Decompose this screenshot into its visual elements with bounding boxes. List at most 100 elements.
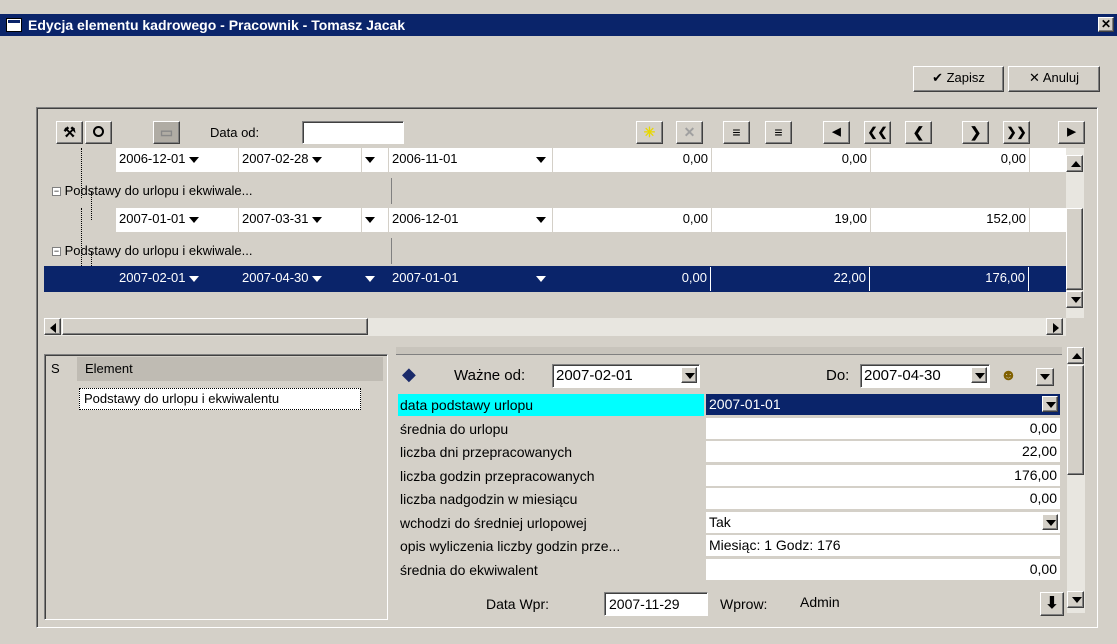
property-row[interactable]: opis wyliczenia liczby godzin prze... Mie…: [398, 535, 1062, 557]
value-cell[interactable]: 0,00: [553, 148, 711, 172]
scroll-left-button[interactable]: [44, 318, 61, 335]
value-cell[interactable]: 176,00: [871, 267, 1029, 291]
property-value[interactable]: Miesiąc: 1 Godz: 176: [706, 535, 1060, 556]
window-app-icon: [6, 18, 22, 32]
value-cell[interactable]: [1030, 208, 1066, 232]
property-value[interactable]: 2007-01-01: [706, 394, 1060, 415]
book-icon[interactable]: ◆: [402, 364, 428, 386]
scroll-right-button[interactable]: [1046, 318, 1063, 335]
group-row[interactable]: − Podstawy do urlopu i ekwiwale...: [52, 238, 392, 264]
valid-to-label: Do:: [826, 367, 850, 384]
row-menu-cell[interactable]: [362, 148, 388, 172]
valid-to-dropdown-button[interactable]: [971, 367, 987, 383]
property-value[interactable]: 22,00: [706, 441, 1060, 462]
grid-row[interactable]: 2007-01-01 2007-03-31 2006-12-01 0,00 19…: [44, 208, 1066, 232]
previous-record-button[interactable]: ❮: [905, 121, 932, 144]
details-vertical-scrollbar[interactable]: [1067, 347, 1085, 613]
value-cell[interactable]: 0,00: [553, 267, 711, 291]
date-from-input[interactable]: [302, 121, 404, 144]
property-value[interactable]: 0,00: [706, 418, 1060, 439]
property-row[interactable]: średnia do ekwiwalent 0,00: [398, 559, 1062, 581]
date-to-cell[interactable]: 2007-04-30: [239, 267, 361, 291]
scroll-down-button[interactable]: [1067, 591, 1084, 608]
first-record-button[interactable]: ❮❮: [864, 121, 891, 144]
date-from-cell[interactable]: 2007-01-01: [116, 208, 238, 232]
insert-row-button[interactable]: ≡: [723, 121, 750, 144]
arrow-up-icon: [1071, 161, 1081, 167]
remove-row-button[interactable]: ≡: [765, 121, 792, 144]
value-cell[interactable]: 152,00: [871, 208, 1029, 232]
valid-to-field[interactable]: 2007-04-30: [860, 364, 990, 388]
base-date-cell[interactable]: 2006-12-01: [389, 208, 552, 232]
delete-button[interactable]: ✕: [676, 121, 703, 144]
chevron-right-icon: ❯: [969, 124, 982, 140]
last-record-button[interactable]: ❯❯: [1003, 121, 1030, 144]
group-row[interactable]: − Podstawy do urlopu i ekwiwale...: [52, 178, 392, 204]
base-date-cell[interactable]: 2006-11-01: [389, 148, 552, 172]
value-cell[interactable]: [1030, 148, 1066, 172]
row-menu-cell[interactable]: [362, 267, 388, 291]
grid-vertical-scrollbar[interactable]: [1066, 148, 1084, 318]
property-value[interactable]: Tak: [706, 512, 1060, 533]
next-small-button[interactable]: ▶: [1058, 121, 1085, 144]
value-cell[interactable]: 19,00: [712, 208, 870, 232]
value-cell[interactable]: 0,00: [553, 208, 711, 232]
base-date-value: 2007-01-01: [392, 270, 459, 285]
grid-row-selected[interactable]: 2007-02-01 2007-04-30 2007-01-01 0,00 22…: [44, 266, 1066, 292]
property-row[interactable]: data podstawy urlopu 2007-01-01: [398, 394, 1062, 416]
property-row[interactable]: wchodzi do średniej urlopowej Tak: [398, 512, 1062, 534]
cancel-button-label: Anuluj: [1042, 70, 1079, 85]
dropdown-arrow-icon: [189, 275, 200, 282]
next-record-button[interactable]: ❯: [962, 121, 989, 144]
grid-horizontal-scrollbar[interactable]: [44, 318, 1066, 336]
property-dropdown-button[interactable]: [1042, 514, 1058, 530]
tools-button[interactable]: ⚒: [56, 121, 83, 144]
property-dropdown-button[interactable]: [1042, 396, 1058, 412]
insert-row-icon: ≡: [732, 124, 741, 140]
row-menu-cell[interactable]: [362, 208, 388, 232]
scroll-down-button[interactable]: [1066, 291, 1083, 308]
scroll-thumb[interactable]: [1067, 365, 1084, 475]
scroll-thumb[interactable]: [62, 318, 368, 335]
scroll-up-button[interactable]: [1066, 155, 1083, 172]
value-cell[interactable]: 0,00: [712, 148, 870, 172]
base-date-cell[interactable]: 2007-01-01: [389, 267, 552, 291]
property-row[interactable]: liczba godzin przepracowanych 176,00: [398, 465, 1062, 487]
close-button[interactable]: ✕: [1098, 17, 1114, 32]
scroll-up-button[interactable]: [1067, 347, 1084, 364]
columns-button[interactable]: ▭: [153, 121, 180, 144]
entry-date-field[interactable]: 2007-11-29: [604, 592, 708, 616]
user-icon[interactable]: ☻: [1000, 365, 1020, 387]
scroll-to-bottom-button[interactable]: ⬇: [1040, 592, 1064, 616]
save-button[interactable]: ✔ Zapisz: [913, 66, 1004, 92]
new-button[interactable]: ✳: [636, 121, 663, 144]
property-value[interactable]: 0,00: [706, 488, 1060, 509]
property-row[interactable]: liczba nadgodzin w miesiącu 0,00: [398, 488, 1062, 510]
remove-row-icon: ≡: [774, 124, 783, 140]
column-header-s[interactable]: S: [47, 357, 75, 381]
date-to-cell[interactable]: 2007-02-28: [239, 148, 361, 172]
cancel-button[interactable]: ✕ Anuluj: [1008, 66, 1100, 92]
search-button[interactable]: [85, 121, 112, 144]
valid-from-field[interactable]: 2007-02-01: [552, 364, 700, 388]
property-value[interactable]: 0,00: [706, 559, 1060, 580]
date-to-cell[interactable]: 2007-03-31: [239, 208, 361, 232]
valid-from-dropdown-button[interactable]: [681, 367, 697, 383]
date-from-cell[interactable]: 2007-02-01: [116, 267, 238, 291]
date-to-value: 2007-03-31: [242, 211, 309, 226]
dropdown-arrow-icon: [1040, 374, 1050, 380]
property-value[interactable]: 176,00: [706, 465, 1060, 486]
element-list-item[interactable]: Podstawy do urlopu i ekwiwalentu: [79, 388, 361, 410]
grid-row[interactable]: 2006-12-01 2007-02-28 2006-11-01 0,00 0,…: [44, 148, 1066, 172]
property-row[interactable]: średnia do urlopu 0,00: [398, 418, 1062, 440]
property-row[interactable]: liczba dni przepracowanych 22,00: [398, 441, 1062, 463]
base-date-value: 2006-12-01: [392, 211, 459, 226]
column-header-element[interactable]: Element: [77, 357, 383, 381]
date-from-cell[interactable]: 2006-12-01: [116, 148, 238, 172]
prev-small-button[interactable]: ◀: [823, 121, 850, 144]
value-cell[interactable]: 0,00: [871, 148, 1029, 172]
value-cell[interactable]: 22,00: [712, 267, 870, 291]
scroll-thumb[interactable]: [1066, 208, 1083, 290]
dropdown-arrow-icon: [189, 156, 200, 163]
options-dropdown-button[interactable]: [1036, 368, 1054, 386]
